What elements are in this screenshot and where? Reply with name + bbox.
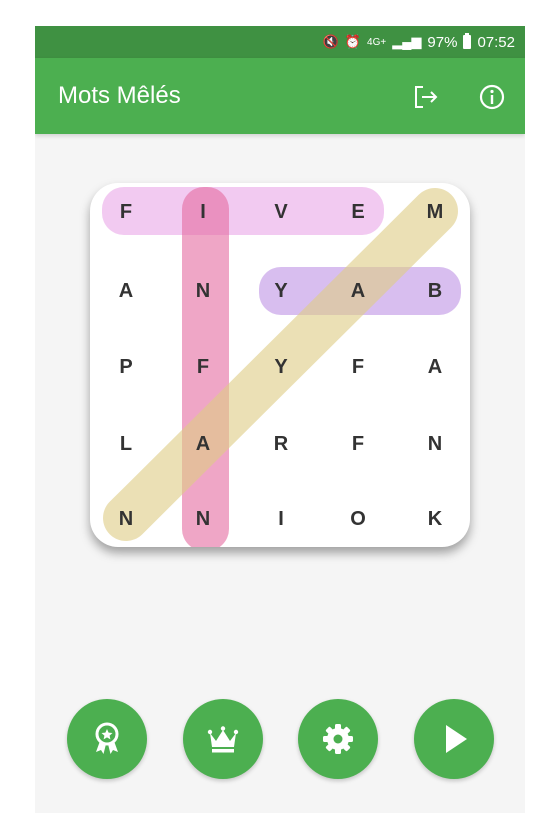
crown-icon	[207, 726, 239, 753]
grid-cell[interactable]: F	[338, 429, 378, 459]
phone-screen: 🔇 ⏰ 4G+ ▂▄▆ 97% 07:52 Mots Mêlés F I V E…	[35, 26, 525, 813]
grid-cell[interactable]: E	[338, 197, 378, 227]
grid-cell[interactable]: N	[183, 504, 223, 534]
grid-cell[interactable]: A	[338, 276, 378, 306]
grid-cell[interactable]: B	[415, 276, 455, 306]
play-icon	[446, 725, 467, 753]
grid-cell[interactable]: L	[106, 429, 146, 459]
grid-cell[interactable]: N	[183, 276, 223, 306]
grid-cell[interactable]: P	[106, 352, 146, 382]
award-icon	[95, 722, 119, 754]
signal-icon: ▂▄▆	[392, 34, 422, 49]
grid-cell[interactable]: M	[415, 197, 455, 227]
grid-cell[interactable]: V	[261, 197, 301, 227]
network-type: 4G+	[367, 36, 387, 48]
app-bar: Mots Mêlés	[35, 58, 525, 134]
grid-cell[interactable]: A	[183, 429, 223, 459]
exit-icon	[415, 86, 438, 108]
mute-icon: 🔇	[322, 34, 339, 49]
status-bar: 🔇 ⏰ 4G+ ▂▄▆ 97% 07:52	[35, 26, 525, 58]
grid-cell[interactable]: I	[261, 504, 301, 534]
grid-cell[interactable]: O	[338, 504, 378, 534]
grid-cell[interactable]: R	[261, 429, 301, 459]
info-button[interactable]	[475, 80, 509, 114]
leaderboard-button[interactable]	[183, 699, 263, 779]
clock: 07:52	[477, 33, 515, 51]
page-title: Mots Mêlés	[58, 82, 181, 109]
grid-cell[interactable]: N	[106, 504, 146, 534]
settings-button[interactable]	[298, 699, 378, 779]
grid-cell[interactable]: F	[183, 352, 223, 382]
word-grid[interactable]: F I V E M A N Y A B P F Y F A L A R F N N N I O K	[90, 183, 470, 547]
grid-cell[interactable]: K	[415, 504, 455, 534]
grid-cell[interactable]: F	[338, 352, 378, 382]
battery-icon	[463, 33, 472, 49]
alarm-icon: ⏰	[344, 34, 362, 49]
grid-cell[interactable]: N	[415, 429, 455, 459]
exit-button[interactable]	[409, 80, 443, 114]
grid-cell[interactable]: Y	[261, 276, 301, 306]
grid-cell[interactable]: I	[183, 197, 223, 227]
bottom-toolbar	[35, 699, 525, 779]
grid-cell[interactable]: A	[106, 276, 146, 306]
achievements-button[interactable]	[67, 699, 147, 779]
grid-cell[interactable]: F	[106, 197, 146, 227]
grid-cell[interactable]: A	[415, 352, 455, 382]
battery-percent: 97%	[427, 33, 458, 51]
info-icon	[479, 84, 505, 110]
gear-icon	[323, 724, 353, 754]
play-button[interactable]	[414, 699, 494, 779]
grid-cell[interactable]: Y	[261, 352, 301, 382]
